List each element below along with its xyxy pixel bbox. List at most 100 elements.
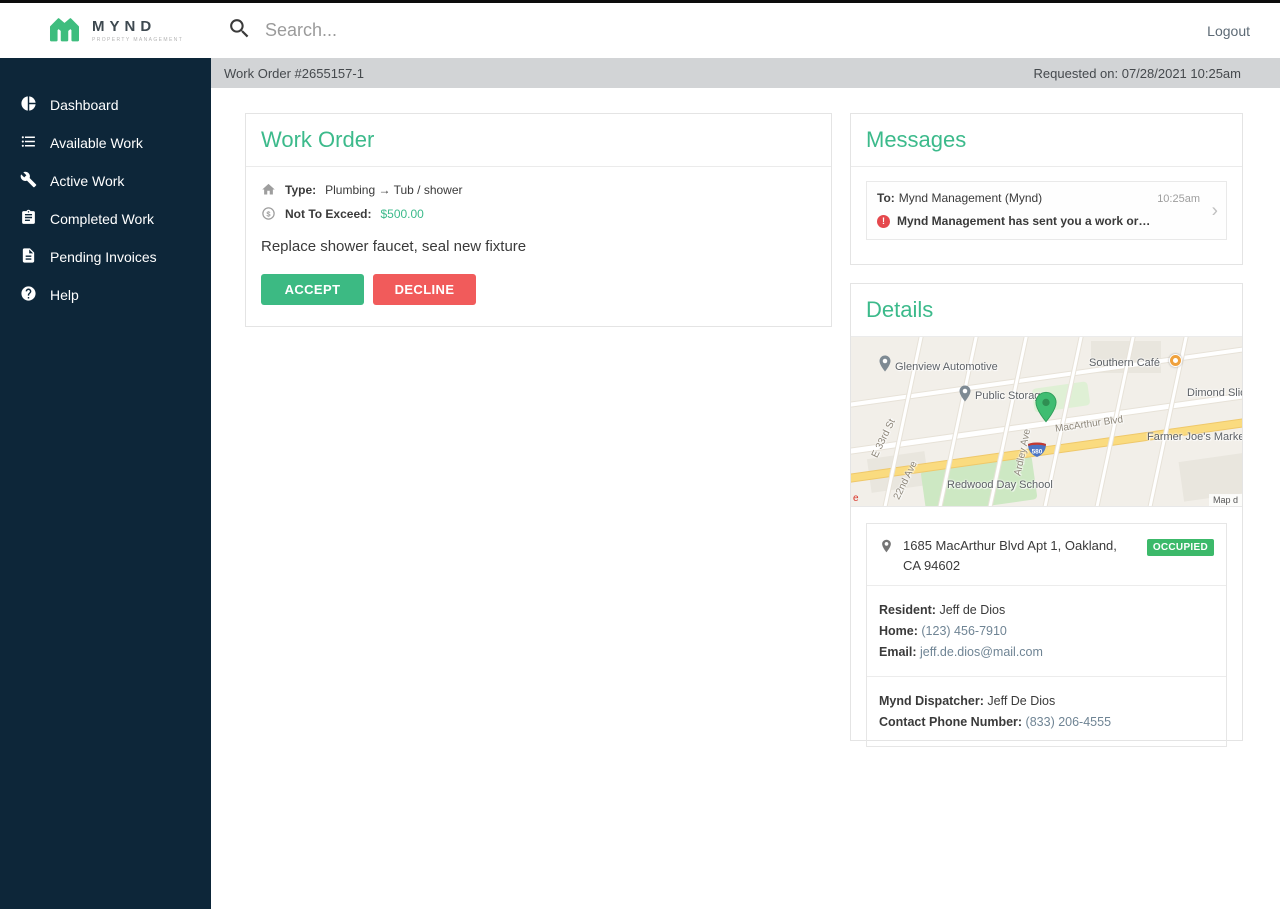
details-card-body: 1685 MacArthur Blvd Apt 1, Oakland, CA 9… — [851, 507, 1242, 763]
sidebar-item-pending-invoices[interactable]: Pending Invoices — [0, 238, 211, 276]
map-attribution: Map d — [1209, 494, 1242, 506]
location-pin-icon — [879, 536, 894, 561]
occupancy-status-badge: OCCUPIED — [1147, 539, 1214, 556]
address-section: 1685 MacArthur Blvd Apt 1, Oakland, CA 9… — [867, 524, 1226, 585]
nte-label: Not To Exceed: — [285, 207, 371, 221]
property-info-box: 1685 MacArthur Blvd Apt 1, Oakland, CA 9… — [866, 523, 1227, 747]
type-value: Plumbing → Tub / shower — [325, 183, 462, 197]
sidebar-item-active-work[interactable]: Active Work — [0, 162, 211, 200]
property-address: 1685 MacArthur Blvd Apt 1, Oakland, CA 9… — [903, 536, 1138, 575]
dispatcher-name: Jeff De Dios — [987, 694, 1055, 708]
map-label-glenview-automotive: Glenview Automotive — [895, 361, 998, 373]
map-label-southern-cafe: Southern Café — [1089, 357, 1160, 369]
poi-pin-icon — [959, 385, 971, 407]
poi-pin-icon — [879, 355, 891, 377]
contact-phone-label: Contact Phone Number: — [879, 715, 1022, 729]
work-order-card: Work Order Type: Plumbing → Tub / shower… — [245, 113, 832, 327]
sidebar-item-dashboard[interactable]: Dashboard — [0, 86, 211, 124]
contact-phone-line: Contact Phone Number: (833) 206-4555 — [879, 715, 1214, 729]
work-order-type-row: Type: Plumbing → Tub / shower — [261, 182, 816, 197]
sidebar-item-label: Pending Invoices — [50, 249, 157, 265]
home-phone-label: Home: — [879, 624, 918, 638]
help-icon — [20, 285, 37, 305]
accept-button[interactable]: ACCEPT — [261, 274, 364, 305]
sidebar-item-label: Help — [50, 287, 79, 303]
list-icon — [20, 133, 37, 153]
wrench-icon — [20, 171, 37, 191]
sidebar-item-label: Completed Work — [50, 211, 154, 227]
alert-icon: ! — [877, 215, 890, 228]
type-label: Type: — [285, 183, 316, 197]
dispatcher-section: Mynd Dispatcher: Jeff De Dios Contact Ph… — [867, 676, 1226, 746]
logout-button[interactable]: Logout — [1207, 23, 1250, 39]
sidebar-item-help[interactable]: Help — [0, 276, 211, 314]
app-header: MYND PROPERTY MANAGEMENT Logout — [0, 3, 1280, 58]
main-content: Work Order Type: Plumbing → Tub / shower… — [211, 88, 1280, 909]
search-input[interactable] — [265, 20, 825, 41]
svg-text:$: $ — [266, 209, 271, 218]
search-icon — [227, 16, 252, 46]
home-phone-line: Home: (123) 456-7910 — [879, 624, 1214, 638]
details-card-title: Details — [851, 284, 1242, 337]
messages-card: Messages To: Mynd Management (Mynd) 10:2… — [850, 113, 1243, 265]
message-preview-text: Mynd Management has sent you a work or… — [897, 214, 1150, 228]
home-icon — [261, 182, 276, 197]
mynd-logo-icon — [46, 13, 83, 49]
sidebar-item-label: Dashboard — [50, 97, 119, 113]
cafe-poi-icon — [1169, 354, 1182, 367]
email-label: Email: — [879, 645, 917, 659]
clipboard-icon — [20, 209, 37, 229]
logo-name: MYND — [92, 18, 183, 35]
message-list-item[interactable]: To: Mynd Management (Mynd) 10:25am ! Myn… — [866, 181, 1227, 240]
map-label-truncated: e — [853, 493, 859, 504]
messages-card-body: To: Mynd Management (Mynd) 10:25am ! Myn… — [851, 167, 1242, 254]
search-area — [227, 16, 1207, 46]
resident-section: Resident: Jeff de Dios Home: (123) 456-7… — [867, 585, 1226, 676]
resident-name: Jeff de Dios — [939, 603, 1005, 617]
map-label-farmer-joes: Farmer Joe's Marketpla — [1147, 431, 1242, 443]
window-top-edge — [0, 0, 1280, 3]
property-location-map[interactable]: Glenview Automotive Public Storage South… — [851, 337, 1242, 507]
messages-card-title: Messages — [851, 114, 1242, 167]
logo-tagline: PROPERTY MANAGEMENT — [92, 37, 183, 43]
email-line: Email: jeff.de.dios@mail.com — [879, 645, 1214, 659]
message-recipient: Mynd Management (Mynd) — [899, 191, 1042, 205]
sidebar-nav: Dashboard Available Work Active Work Com… — [0, 58, 211, 909]
map-label-dimond-slice: Dimond Slice Piz — [1187, 387, 1242, 399]
work-order-description: Replace shower faucet, seal new fixture — [261, 238, 816, 255]
mynd-logo[interactable]: MYND PROPERTY MANAGEMENT — [0, 13, 211, 49]
work-order-card-body: Type: Plumbing → Tub / shower $ Not To E… — [246, 167, 831, 320]
map-marker-pin[interactable] — [1035, 391, 1057, 428]
dispatcher-line: Mynd Dispatcher: Jeff De Dios — [879, 694, 1214, 708]
work-order-card-title: Work Order — [246, 114, 831, 167]
email-link[interactable]: jeff.de.dios@mail.com — [920, 645, 1043, 659]
requested-on-timestamp: Requested on: 07/28/2021 10:25am — [1034, 66, 1241, 81]
home-phone-link[interactable]: (123) 456-7910 — [921, 624, 1006, 638]
work-order-number: Work Order #2655157-1 — [224, 66, 364, 81]
nte-value: $500.00 — [380, 207, 423, 221]
message-preview-row: ! Mynd Management has sent you a work or… — [877, 214, 1200, 228]
dashboard-icon — [20, 95, 37, 115]
logo-text-block: MYND PROPERTY MANAGEMENT — [92, 18, 183, 43]
work-order-subheader: Work Order #2655157-1 Requested on: 07/2… — [211, 58, 1280, 88]
dollar-icon: $ — [261, 206, 276, 221]
map-label-redwood-day-school: Redwood Day School — [947, 479, 1053, 491]
contact-phone-link[interactable]: (833) 206-4555 — [1026, 715, 1111, 729]
interstate-580-shield-icon: 580 — [1027, 441, 1047, 463]
message-to-label: To: — [877, 191, 895, 205]
message-recipient-row: To: Mynd Management (Mynd) 10:25am — [877, 191, 1200, 205]
message-timestamp: 10:25am — [1157, 193, 1200, 205]
details-card: Details Glenview Automotive Pu — [850, 283, 1243, 741]
sidebar-item-completed-work[interactable]: Completed Work — [0, 200, 211, 238]
sidebar-item-available-work[interactable]: Available Work — [0, 124, 211, 162]
chevron-right-icon: › — [1212, 201, 1218, 220]
work-order-nte-row: $ Not To Exceed: $500.00 — [261, 206, 816, 221]
dispatcher-label: Mynd Dispatcher: — [879, 694, 984, 708]
resident-line: Resident: Jeff de Dios — [879, 603, 1214, 617]
sidebar-item-label: Available Work — [50, 135, 143, 151]
invoice-icon — [20, 247, 37, 267]
decline-button[interactable]: DECLINE — [373, 274, 476, 305]
resident-label: Resident: — [879, 603, 936, 617]
svg-text:580: 580 — [1032, 449, 1043, 456]
sidebar-item-label: Active Work — [50, 173, 124, 189]
